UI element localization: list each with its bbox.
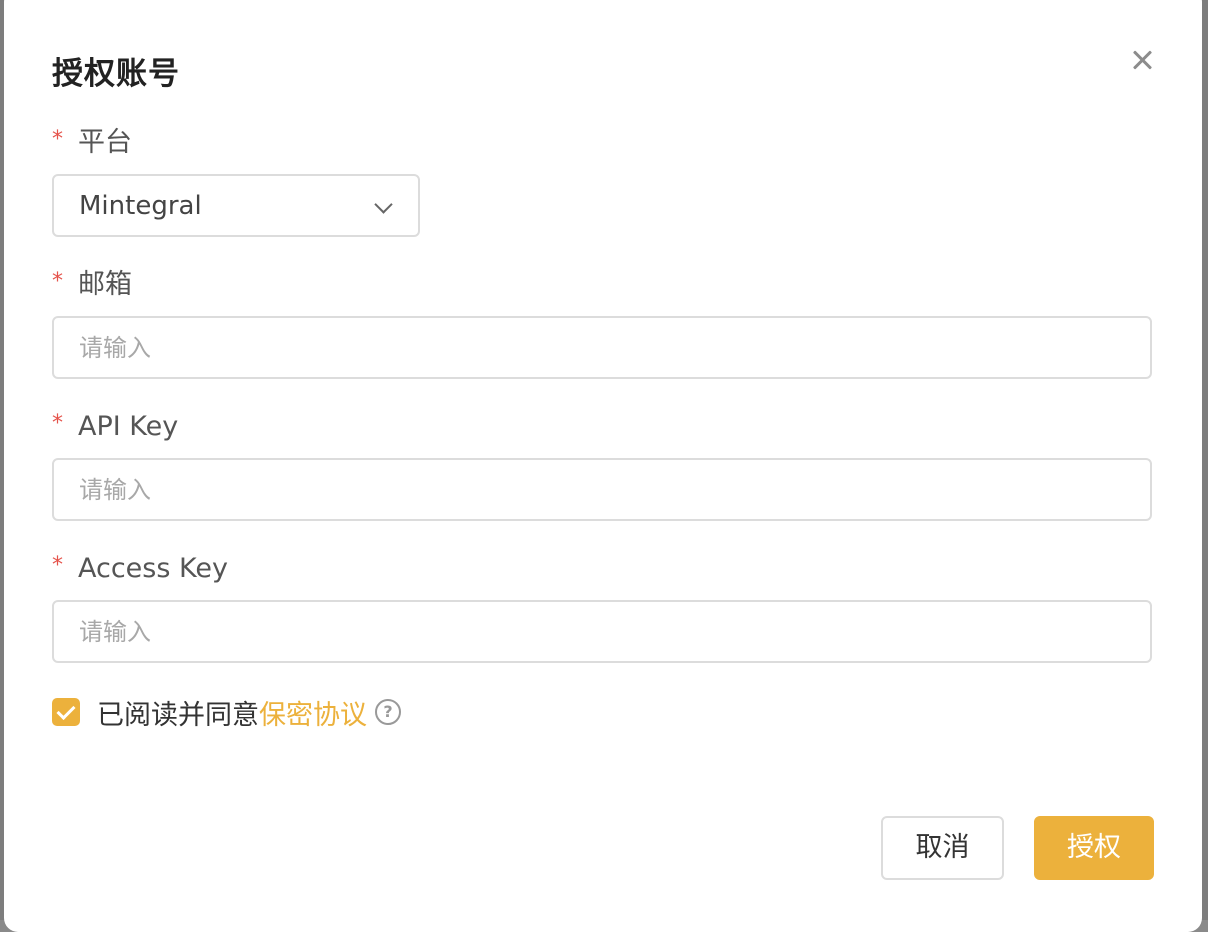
cancel-button[interactable]: 取消 [881, 816, 1004, 880]
agreement-text: 已阅读并同意 [97, 699, 259, 731]
access-key-label-text: Access Key [78, 553, 228, 584]
access-key-label: * Access Key [52, 549, 228, 589]
platform-label: * 平台 [52, 123, 132, 163]
platform-select[interactable]: Mintegral [52, 174, 420, 237]
agreement-checkbox[interactable] [52, 698, 80, 726]
platform-select-value: Mintegral [79, 191, 202, 221]
api-key-label: * API Key [52, 407, 178, 447]
email-label: * 邮箱 [52, 265, 132, 305]
required-mark: * [52, 411, 63, 436]
required-mark: * [52, 269, 63, 294]
dialog-title: 授权账号 [52, 56, 180, 92]
authorize-account-dialog: 授权账号 * 平台 Mintegral * 邮箱 * API Key * Access … [4, 0, 1202, 932]
agreement-row: 已阅读并同意 保密协议 ? [52, 693, 401, 731]
close-icon[interactable] [1128, 46, 1156, 74]
chevron-down-icon [374, 195, 393, 214]
platform-label-text: 平台 [78, 127, 132, 158]
api-key-label-text: API Key [78, 411, 179, 442]
authorize-button[interactable]: 授权 [1034, 816, 1154, 880]
confidentiality-agreement-link[interactable]: 保密协议 [259, 693, 367, 732]
email-input[interactable] [52, 316, 1152, 379]
required-mark: * [52, 553, 63, 578]
access-key-input[interactable] [52, 600, 1152, 663]
api-key-input[interactable] [52, 458, 1152, 521]
question-circle-icon[interactable]: ? [375, 699, 401, 725]
required-mark: * [52, 127, 63, 152]
email-label-text: 邮箱 [78, 269, 132, 300]
